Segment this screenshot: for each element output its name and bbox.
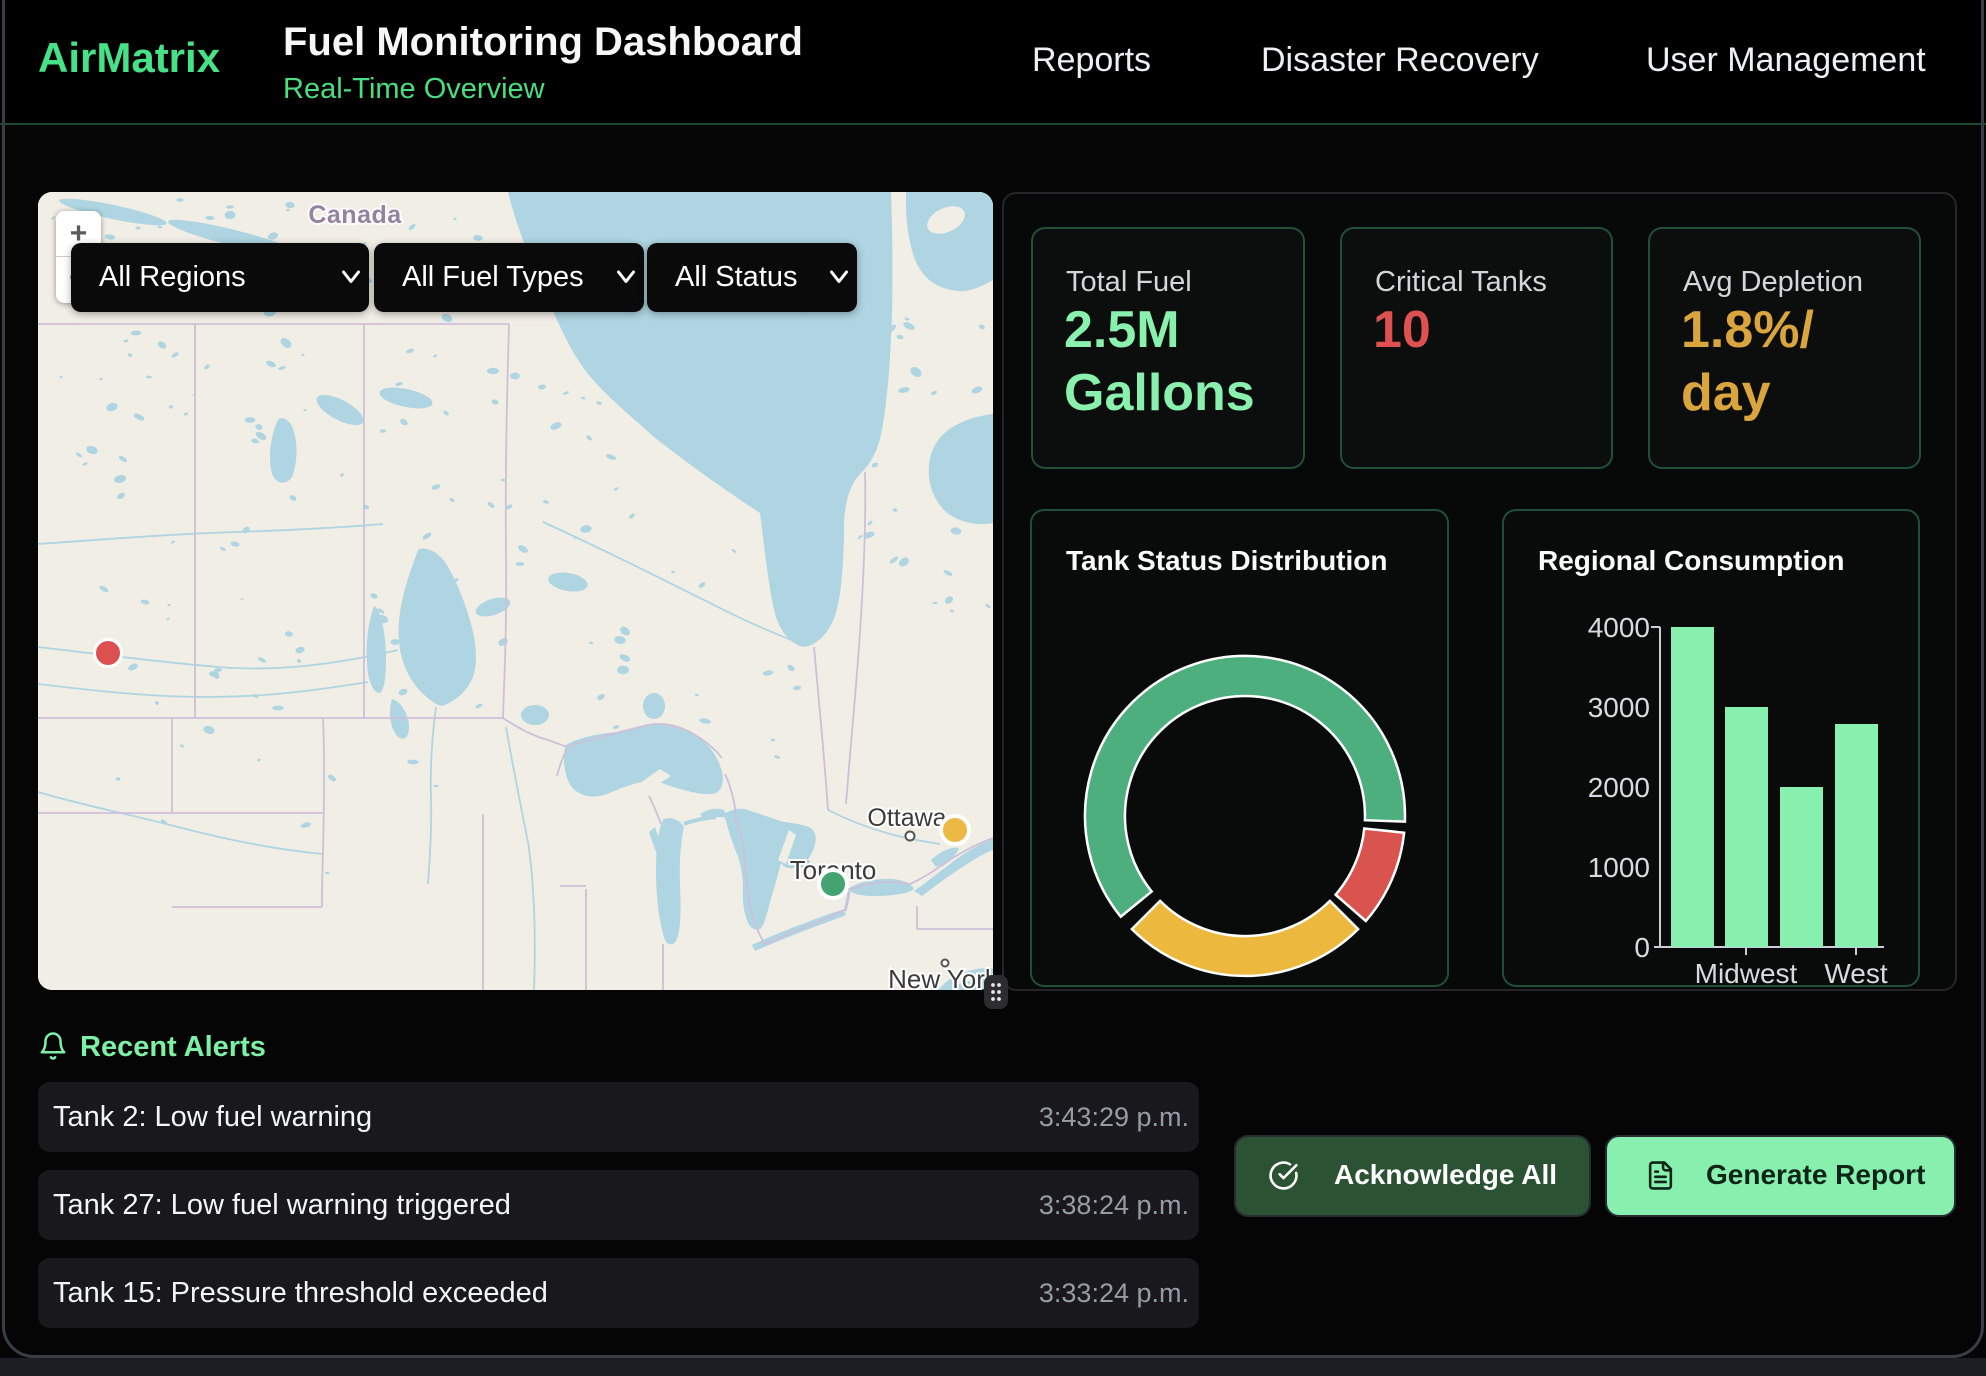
svg-text:1000: 1000 [1588, 852, 1650, 883]
svg-text:West: West [1824, 958, 1887, 989]
svg-text:New York: New York [888, 964, 993, 990]
svg-text:Midwest: Midwest [1695, 958, 1798, 989]
svg-text:4000: 4000 [1588, 612, 1650, 643]
svg-text:2000: 2000 [1588, 772, 1650, 803]
svg-text:Ottawa: Ottawa [867, 804, 946, 832]
svg-text:Canada: Canada [308, 201, 402, 229]
svg-text:3000: 3000 [1588, 692, 1650, 723]
svg-text:0: 0 [1634, 932, 1650, 963]
